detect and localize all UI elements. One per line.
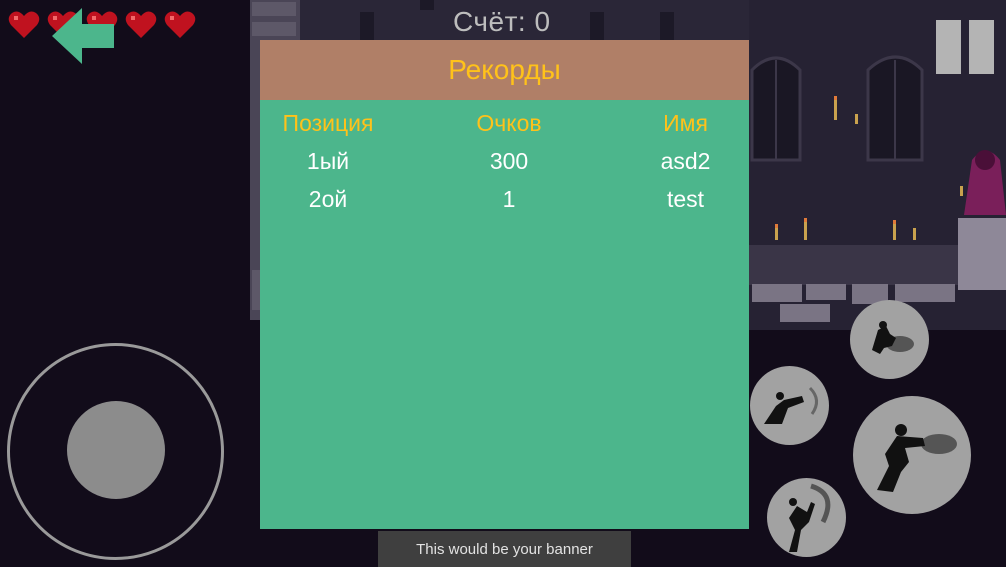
points-cell: 1 xyxy=(502,185,516,212)
pause-bar-left xyxy=(936,20,961,74)
pause-button[interactable] xyxy=(936,20,994,74)
table-header-row: Позиция Очков Имя xyxy=(260,104,749,142)
records-title: Рекорды xyxy=(448,54,561,85)
position-cell: 2ой xyxy=(308,185,348,212)
table-row: 2ой 1 test xyxy=(260,180,749,218)
table-row: 1ый 300 asd2 xyxy=(260,142,749,180)
dash-attack-icon xyxy=(872,321,914,354)
heart-icon xyxy=(164,11,196,38)
pause-bar-right xyxy=(969,20,994,74)
dash-attack-button[interactable] xyxy=(850,300,929,379)
records-panel: Рекорды Позиция Очков Имя 1ый 300 asd2 2… xyxy=(260,40,749,529)
column-header-name: Имя xyxy=(663,109,708,136)
name-cell: asd2 xyxy=(660,147,711,174)
punch-button[interactable] xyxy=(853,396,971,514)
joystick-knob[interactable] xyxy=(67,401,165,499)
back-arrow-icon[interactable] xyxy=(52,8,114,64)
score-label: Счёт: 0 xyxy=(453,6,551,37)
column-header-position: Позиция xyxy=(282,109,374,136)
heart-icon xyxy=(8,11,40,38)
punch-icon xyxy=(877,424,957,492)
records-table: Позиция Очков Имя 1ый 300 asd2 2ой 1 tes… xyxy=(260,104,749,218)
heart-icon xyxy=(125,11,157,38)
kick-icon xyxy=(764,386,818,424)
column-header-points: Очков xyxy=(476,109,542,136)
records-header: Рекорды xyxy=(260,40,749,100)
uppercut-icon xyxy=(789,483,831,552)
name-cell: test xyxy=(666,185,705,212)
kick-button[interactable] xyxy=(750,366,829,445)
position-cell: 1ый xyxy=(306,147,350,174)
ad-banner[interactable]: This would be your banner xyxy=(378,531,631,567)
uppercut-button[interactable] xyxy=(767,478,846,557)
points-cell: 300 xyxy=(489,147,529,174)
